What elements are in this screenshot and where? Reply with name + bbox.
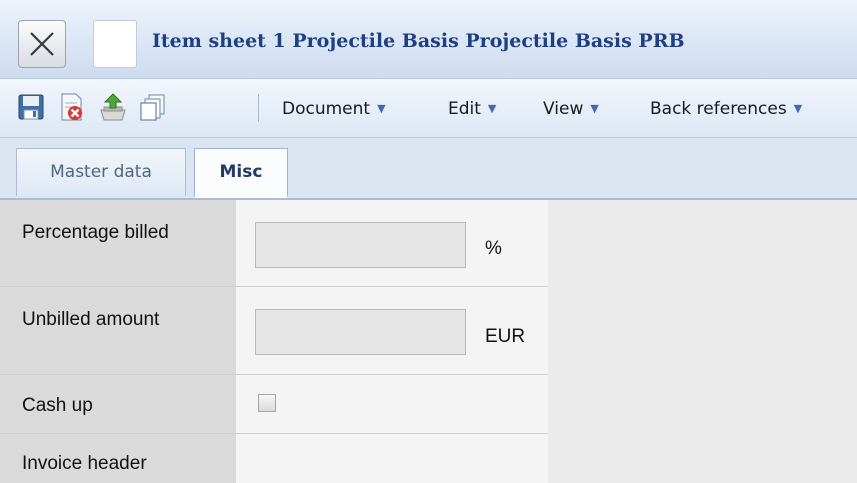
cash-up-checkbox[interactable]	[258, 394, 276, 412]
close-x-icon	[30, 32, 54, 56]
menu-document-label: Document	[282, 99, 371, 119]
item-type-indicator	[93, 20, 137, 68]
unbilled-amount-label: Unbilled amount	[22, 309, 160, 330]
menu-edit[interactable]: Edit ▼	[448, 99, 496, 119]
menu-view-label: View	[543, 99, 584, 119]
chevron-down-icon: ▼	[590, 102, 599, 115]
cash-up-label: Cash up	[22, 395, 93, 416]
menu-view[interactable]: View ▼	[543, 99, 599, 119]
export-icon[interactable]	[98, 92, 128, 122]
chevron-down-icon: ▼	[487, 102, 497, 115]
unbilled-amount-input[interactable]	[255, 309, 466, 355]
copy-icon[interactable]	[138, 92, 168, 122]
tab-misc[interactable]: Misc	[194, 148, 288, 198]
discard-icon[interactable]	[56, 92, 86, 122]
tab-master-data[interactable]: Master data	[16, 148, 186, 196]
percentage-unit: %	[485, 238, 502, 259]
chevron-down-icon: ▼	[377, 102, 386, 115]
menu-document[interactable]: Document ▼	[282, 99, 386, 119]
window-title: Item sheet 1 Projectile Basis Projectile…	[152, 30, 685, 52]
percentage-billed-label: Percentage billed	[22, 222, 169, 243]
toolbar: Document ▼ Edit ▼ View ▼ Back references ▼	[0, 79, 857, 138]
chevron-down-icon: ▼	[793, 102, 803, 115]
toolbar-separator	[258, 94, 259, 122]
invoice-header-label: Invoice header	[22, 453, 147, 474]
menu-edit-label: Edit	[448, 99, 481, 119]
close-button[interactable]	[18, 20, 66, 68]
title-bar: Item sheet 1 Projectile Basis Projectile…	[0, 0, 857, 79]
currency-unit: EUR	[485, 326, 526, 347]
percentage-billed-input[interactable]	[255, 222, 466, 268]
save-icon[interactable]	[16, 92, 46, 122]
value-cell	[236, 434, 548, 483]
menu-back-references-label: Back references	[650, 99, 787, 119]
form-row-invoice-header: Invoice header	[0, 434, 548, 483]
tab-bar: Master data Misc	[0, 138, 857, 200]
menu-back-references[interactable]: Back references ▼	[650, 99, 802, 119]
value-cell	[236, 375, 548, 433]
misc-form: Percentage billed % Unbilled amount EUR …	[0, 200, 548, 483]
